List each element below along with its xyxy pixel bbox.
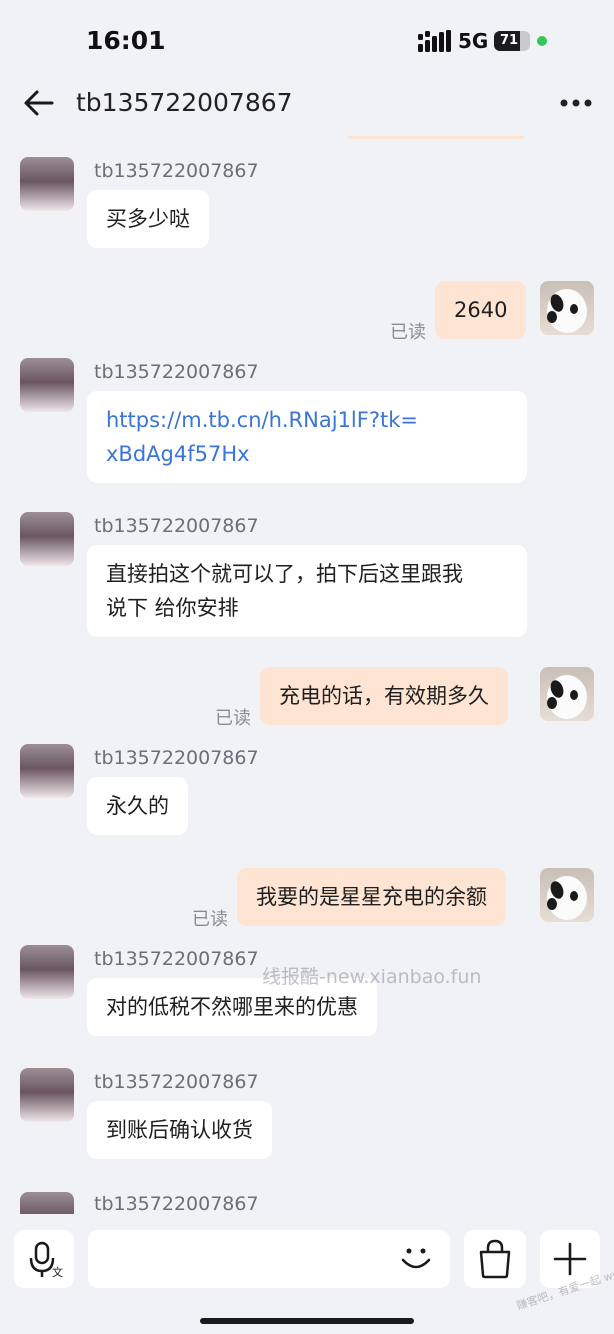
message-bubble[interactable]: 到账后确认收货 [87,1101,272,1159]
chat-title: tb135722007867 [76,88,293,117]
message-text: 到账后确认收货 [106,1118,253,1142]
sender-name: tb135722007867 [94,948,259,970]
avatar[interactable] [20,358,74,412]
svg-text:文: 文 [52,1265,63,1279]
sender-name: tb135722007867 [94,1071,259,1093]
panda-avatar-icon [547,876,587,920]
avatar[interactable] [20,1068,74,1122]
sender-name: tb135722007867 [94,515,259,537]
panda-avatar-icon [547,675,587,719]
message-bubble[interactable]: 买多少哒 [87,190,209,248]
message-text: 充电的话，有效期多久 [279,684,489,708]
network-type: 5G [458,29,489,53]
avatar[interactable] [20,945,74,999]
avatar[interactable] [20,744,74,798]
chat-header: tb135722007867 [0,80,614,130]
sender-name: tb135722007867 [94,361,259,383]
avatar-self[interactable] [540,281,594,335]
voice-to-text-icon: 文 [29,1241,63,1279]
read-receipt: 已读 [390,322,426,343]
message-bubble[interactable]: 直接拍这个就可以了，拍下后这里跟我 说下 给你安排 [87,545,527,637]
shopping-bag-icon [479,1239,511,1279]
message-text-line-1: 直接拍这个就可以了，拍下后这里跟我 [106,562,463,586]
message-bubble-link[interactable]: https://m.tb.cn/h.RNaj1lF?tk= xBdAg4f57H… [87,391,527,483]
header-accent-line [348,136,524,139]
avatar-self[interactable] [540,667,594,721]
avatar-self[interactable] [540,868,594,922]
message-text: 买多少哒 [106,207,190,231]
status-bar: 16:01 5G 71 [0,0,614,80]
battery-icon: 71 [494,31,530,51]
message-text: 对的低税不然哪里来的优惠 [106,995,358,1019]
back-arrow-icon[interactable] [22,86,56,120]
home-indicator[interactable] [200,1318,414,1324]
message-text: 我要的是星星充电的余额 [256,885,487,909]
message-text: 永久的 [106,794,169,818]
message-bubble-self[interactable]: 充电的话，有效期多久 [260,667,508,725]
more-dots-icon[interactable] [560,98,592,108]
privacy-indicator-dot [537,36,547,46]
chat-screen: 16:01 5G 71 tb135722007867 tb13572200786… [0,0,614,1334]
sender-name: tb135722007867 [94,1193,259,1214]
message-text: 2640 [454,298,508,322]
cellular-signal-icon [418,30,451,52]
read-receipt: 已读 [215,708,251,729]
sender-name: tb135722007867 [94,747,259,769]
partial-message-row: tb135722007867 [0,1190,614,1214]
watermark-text: 线报酷-new.xianbao.fun [262,966,482,988]
avatar[interactable] [20,512,74,566]
message-text-line-2: 说下 给你安排 [106,596,239,620]
avatar[interactable] [20,1192,74,1214]
panda-avatar-icon [547,289,587,333]
message-bubble-self[interactable]: 2640 [435,281,527,339]
voice-input-button[interactable]: 文 [14,1230,74,1288]
message-link-line-2[interactable]: xBdAg4f57Hx [106,437,508,471]
shop-button[interactable] [464,1230,526,1288]
message-bubble[interactable]: 永久的 [87,777,188,835]
battery-percent: 71 [499,33,519,48]
read-receipt: 已读 [192,909,228,930]
message-link-line-1[interactable]: https://m.tb.cn/h.RNaj1lF?tk= [106,403,508,437]
avatar[interactable] [20,157,74,211]
message-input[interactable] [88,1230,450,1288]
smiley-icon[interactable] [398,1240,434,1276]
status-time: 16:01 [86,26,166,55]
sender-name: tb135722007867 [94,160,259,182]
message-bubble-self[interactable]: 我要的是星星充电的余额 [237,868,506,926]
